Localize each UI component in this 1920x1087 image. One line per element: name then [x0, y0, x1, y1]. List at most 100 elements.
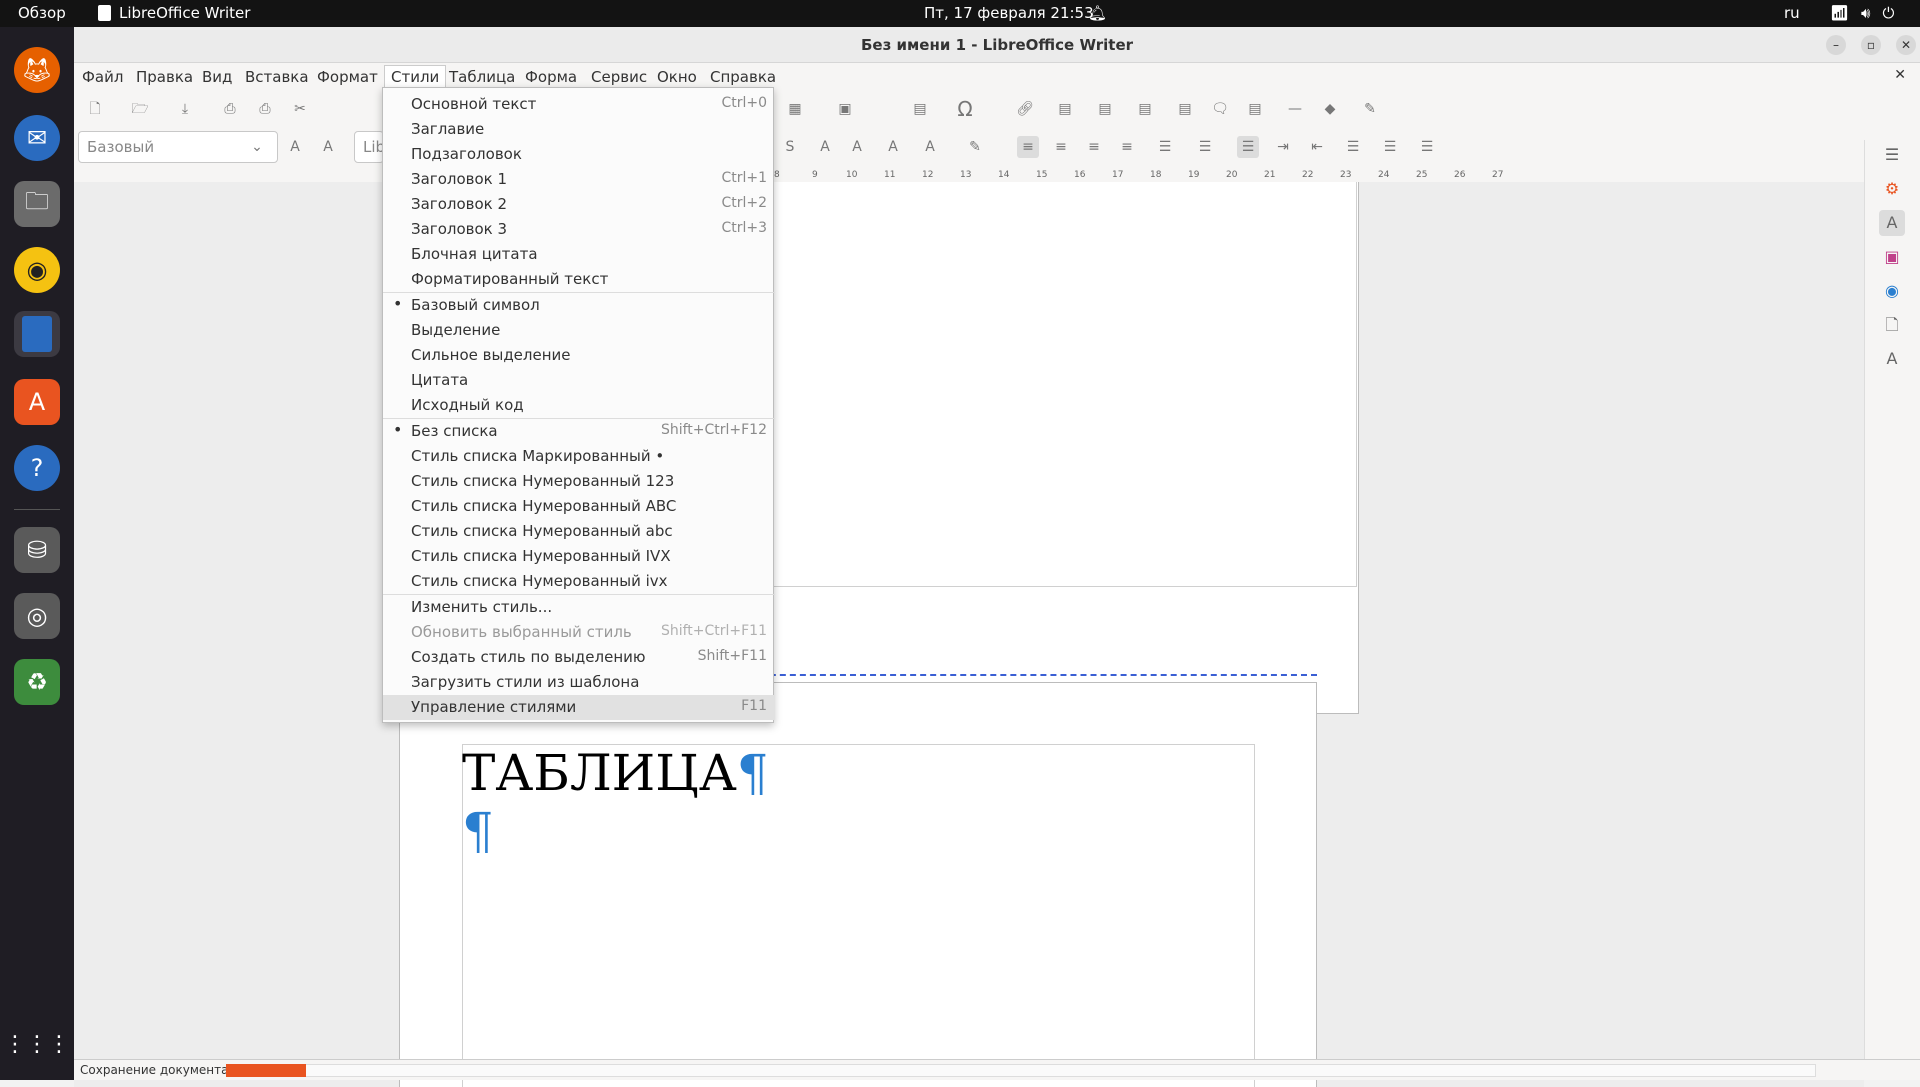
- menu-form[interactable]: Форма: [525, 68, 577, 86]
- strikethrough-icon[interactable]: S: [779, 136, 801, 158]
- insert-table-icon[interactable]: ▦: [784, 98, 806, 120]
- menu-item[interactable]: Цитата: [383, 368, 775, 393]
- menu-item[interactable]: Заглавие: [383, 117, 775, 142]
- align-center-icon[interactable]: ≡: [1050, 136, 1072, 158]
- hyperlink-icon[interactable]: 🔗︎: [1014, 98, 1036, 120]
- empty-paragraph-mark[interactable]: ¶: [462, 802, 494, 860]
- insert-image-icon[interactable]: ▣: [834, 98, 856, 120]
- maximize-button[interactable]: ▫: [1861, 35, 1881, 55]
- menu-insert[interactable]: Вставка: [245, 68, 309, 86]
- properties-icon[interactable]: ⚙: [1879, 176, 1905, 202]
- menu-item[interactable]: Создать стиль по выделению Shift+F11: [383, 645, 775, 670]
- numbered-list-icon[interactable]: ☰: [1194, 136, 1216, 158]
- export-pdf-icon[interactable]: ⎙: [219, 98, 241, 120]
- title-bar[interactable]: Без имени 1 - LibreOffice Writer – ▫ ✕: [74, 27, 1920, 63]
- increase-indent-icon[interactable]: ⇥: [1272, 136, 1294, 158]
- menu-item[interactable]: Заголовок 2 Ctrl+2: [383, 192, 775, 217]
- menu-item[interactable]: Управление стилями F11: [383, 695, 775, 720]
- draw-icon[interactable]: ✎: [1359, 98, 1381, 120]
- line-spacing-icon[interactable]: ☰: [1379, 136, 1401, 158]
- sidebar-menu-icon[interactable]: ☰: [1879, 142, 1905, 168]
- keyboard-layout[interactable]: ru: [1784, 4, 1800, 22]
- chevron-down-icon[interactable]: ⌄: [246, 136, 268, 158]
- menu-item[interactable]: Подзаголовок: [383, 142, 775, 167]
- navigator-icon[interactable]: ◉: [1879, 278, 1905, 304]
- para-spacing-icon[interactable]: ☰: [1416, 136, 1438, 158]
- menu-item[interactable]: Стиль списка Маркированный •: [383, 444, 775, 469]
- open-icon[interactable]: 🗁: [129, 98, 151, 120]
- menu-item[interactable]: Выделение: [383, 318, 775, 343]
- menu-item[interactable]: Изменить стиль...: [383, 595, 775, 620]
- bookmark-icon[interactable]: ▤: [1134, 98, 1156, 120]
- new-document-icon[interactable]: 🗋: [84, 98, 106, 120]
- highlight-icon[interactable]: ✎: [964, 136, 986, 158]
- notification-bell-icon[interactable]: 🔔︎: [1088, 4, 1107, 22]
- menu-format[interactable]: Формат: [317, 68, 378, 86]
- overview-button[interactable]: Обзор: [18, 4, 66, 22]
- gallery-icon[interactable]: ▣: [1879, 244, 1905, 270]
- decrease-indent-icon[interactable]: ⇤: [1306, 136, 1328, 158]
- menu-window[interactable]: Окно: [657, 68, 697, 86]
- clear-formatting-icon[interactable]: A: [882, 136, 904, 158]
- line-icon[interactable]: —: [1284, 98, 1306, 120]
- menu-item[interactable]: Исходный код: [383, 393, 775, 418]
- style-inspector-icon[interactable]: A: [1879, 346, 1905, 372]
- align-right-icon[interactable]: ≡: [1083, 136, 1105, 158]
- shapes-icon[interactable]: ◆: [1319, 98, 1341, 120]
- menu-edit[interactable]: Правка: [136, 68, 193, 86]
- system-tray[interactable]: 📶︎ 🔊︎ ⏻: [1830, 4, 1894, 22]
- subscript-icon[interactable]: A: [846, 136, 868, 158]
- update-style-icon[interactable]: A: [284, 136, 306, 158]
- menu-item[interactable]: Заголовок 1 Ctrl+1: [383, 167, 775, 192]
- paragraph-spacing-icon[interactable]: ☰: [1342, 136, 1364, 158]
- endnote-icon[interactable]: ▤: [1094, 98, 1116, 120]
- comment-icon[interactable]: 🗨: [1209, 98, 1231, 120]
- menu-item[interactable]: Загрузить стили из шаблона: [383, 670, 775, 695]
- help-icon[interactable]: ?: [14, 445, 60, 491]
- font-color-icon[interactable]: A: [919, 136, 941, 158]
- footnote-icon[interactable]: ▤: [1054, 98, 1076, 120]
- document-area[interactable]: ТАБЛИЦА¶ ¶: [74, 182, 1864, 1087]
- styles-icon[interactable]: A: [1879, 210, 1905, 236]
- bullet-list-icon[interactable]: ☰: [1154, 136, 1176, 158]
- optical-drive-icon[interactable]: ◎: [14, 593, 60, 639]
- menu-item[interactable]: Стиль списка Нумерованный ABC: [383, 494, 775, 519]
- show-apps-icon[interactable]: ⋮⋮⋮: [4, 1021, 70, 1067]
- trash-icon[interactable]: ♻: [14, 659, 60, 705]
- menu-table[interactable]: Таблица: [449, 68, 515, 86]
- menu-file[interactable]: Файл: [82, 68, 123, 86]
- app-menu[interactable]: LibreOffice Writer: [98, 4, 250, 22]
- files-icon[interactable]: 🗀: [14, 181, 60, 227]
- insert-field-icon[interactable]: ▤: [909, 98, 931, 120]
- libreoffice-writer-icon[interactable]: [14, 311, 60, 357]
- menu-item[interactable]: Стиль списка Нумерованный ivx: [383, 569, 775, 594]
- menu-tools[interactable]: Сервис: [591, 68, 647, 86]
- firefox-icon[interactable]: 🦊︎: [14, 47, 60, 93]
- print-icon[interactable]: ⎙: [254, 98, 276, 120]
- page-icon[interactable]: 🗋: [1879, 312, 1905, 338]
- new-style-icon[interactable]: A: [317, 136, 339, 158]
- menu-view[interactable]: Вид: [202, 68, 232, 86]
- usb-drive-icon[interactable]: ⛁: [14, 527, 60, 573]
- close-button[interactable]: ✕: [1896, 35, 1916, 55]
- font-name-combo[interactable]: Lib: [354, 131, 385, 163]
- menu-item[interactable]: Сильное выделение: [383, 343, 775, 368]
- align-left-icon[interactable]: ≡: [1017, 136, 1039, 158]
- minimize-button[interactable]: –: [1826, 35, 1846, 55]
- horizontal-ruler[interactable]: 8 9 10 11 12 13 14 15 16 17 18 19 20 21 …: [774, 170, 1598, 182]
- document-heading[interactable]: ТАБЛИЦА¶: [462, 744, 769, 802]
- outline-icon[interactable]: ☰: [1237, 136, 1259, 158]
- save-icon[interactable]: ⤓: [174, 98, 196, 120]
- track-changes-icon[interactable]: ▤: [1244, 98, 1266, 120]
- thunderbird-icon[interactable]: ✉: [14, 115, 60, 161]
- close-document-icon[interactable]: ✕: [1894, 67, 1906, 83]
- menu-item[interactable]: Стиль списка Нумерованный 123: [383, 469, 775, 494]
- superscript-icon[interactable]: A: [814, 136, 836, 158]
- menu-item[interactable]: Стиль списка Нумерованный abc: [383, 519, 775, 544]
- special-character-icon[interactable]: Ω: [954, 98, 976, 120]
- cut-icon[interactable]: ✂: [289, 98, 311, 120]
- cross-reference-icon[interactable]: ▤: [1174, 98, 1196, 120]
- menu-help[interactable]: Справка: [710, 68, 776, 86]
- menu-item[interactable]: Форматированный текст: [383, 267, 775, 292]
- menu-item[interactable]: Основной текст Ctrl+0: [383, 92, 775, 117]
